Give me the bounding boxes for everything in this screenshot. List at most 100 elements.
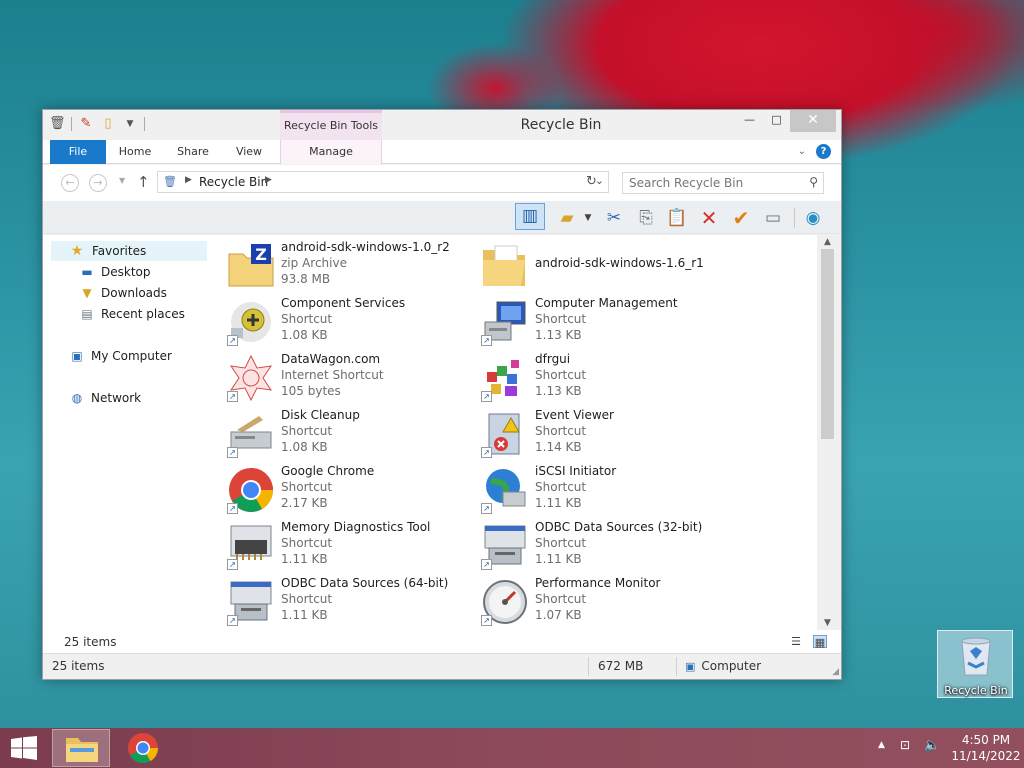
network-status-icon[interactable]: ⊡ bbox=[900, 738, 910, 752]
start-button[interactable] bbox=[10, 736, 38, 760]
file-list: Z android-sdk-windows-1.0_r2 zip Archive… bbox=[213, 235, 817, 630]
performance-monitor-icon: ↗ bbox=[481, 578, 529, 626]
scrollbar-thumb[interactable] bbox=[821, 249, 834, 439]
large-icons-view-icon[interactable]: ▦ bbox=[813, 635, 827, 649]
qat-dropdown-icon[interactable]: ▼ bbox=[122, 116, 138, 132]
list-item[interactable]: ↗ Performance Monitor Shortcut 1.07 KB bbox=[467, 575, 717, 627]
resize-grip-icon[interactable]: ◢ bbox=[832, 667, 839, 677]
shortcut-arrow-icon: ↗ bbox=[481, 559, 492, 570]
event-viewer-icon: ↗ bbox=[481, 410, 529, 458]
defrag-icon: ↗ bbox=[481, 354, 529, 402]
navigation-pane: ★ Favorites ▬ Desktop ▼ Downloads ▤ Rece… bbox=[43, 235, 213, 630]
recycle-bin-small-icon[interactable]: 🗑 bbox=[49, 116, 66, 132]
title-bar[interactable]: 🗑 ✎ ▯ ▼ Recycle Bin Tools Recycle Bin — … bbox=[43, 110, 841, 140]
copy-button[interactable]: ⎘ bbox=[634, 206, 658, 230]
file-size: 2.17 KB bbox=[281, 496, 328, 510]
restore-button[interactable]: ✔ bbox=[729, 206, 753, 230]
desktop-recycle-bin[interactable]: Recycle Bin bbox=[937, 630, 1013, 698]
file-name: android-sdk-windows-1.6_r1 bbox=[535, 256, 704, 270]
shortcut-arrow-icon: ↗ bbox=[481, 615, 492, 626]
volume-icon[interactable]: 🔈 bbox=[924, 738, 940, 753]
search-input[interactable] bbox=[623, 173, 793, 193]
list-item[interactable]: ↗ dfrgui Shortcut 1.13 KB bbox=[467, 351, 717, 403]
file-type: Shortcut bbox=[535, 312, 587, 326]
file-size: 1.11 KB bbox=[281, 608, 328, 622]
new-folder-dropdown-icon[interactable]: ▼ bbox=[581, 206, 595, 230]
list-item[interactable]: Z android-sdk-windows-1.0_r2 zip Archive… bbox=[213, 239, 463, 291]
scroll-up-icon[interactable]: ▲ bbox=[819, 237, 836, 247]
breadcrumb-chevron-icon[interactable]: ▶ bbox=[265, 175, 272, 185]
list-item[interactable]: ↗ Event Viewer Shortcut 1.14 KB bbox=[467, 407, 717, 459]
preview-pane-button[interactable]: ▥ bbox=[515, 203, 545, 230]
tab-file[interactable]: File bbox=[50, 140, 106, 164]
search-icon[interactable]: ⚲ bbox=[809, 175, 818, 189]
clock-time[interactable]: 4:50 PM bbox=[950, 733, 1022, 747]
clock-date[interactable]: 11/14/2022 bbox=[950, 749, 1022, 763]
file-name: iSCSI Initiator bbox=[535, 464, 617, 478]
list-item[interactable]: ↗ Google Chrome Shortcut 2.17 KB bbox=[213, 463, 463, 515]
breadcrumb-chevron-icon[interactable]: ▶ bbox=[185, 175, 192, 185]
item-count: 25 items bbox=[64, 635, 117, 649]
list-item[interactable]: ↗ Disk Cleanup Shortcut 1.08 KB bbox=[213, 407, 463, 459]
properties-button[interactable]: ◉ bbox=[801, 206, 825, 230]
list-item[interactable]: ↗ Memory Diagnostics Tool Shortcut 1.11 … bbox=[213, 519, 463, 571]
list-item[interactable]: ↗ ODBC Data Sources (64-bit) Shortcut 1.… bbox=[213, 575, 463, 627]
delete-button[interactable]: ✕ bbox=[697, 206, 721, 230]
list-item[interactable]: ↗ ODBC Data Sources (32-bit) Shortcut 1.… bbox=[467, 519, 717, 571]
expand-ribbon-icon[interactable]: ⌄ bbox=[798, 146, 806, 157]
taskbar-google-chrome[interactable] bbox=[114, 729, 172, 767]
tab-view[interactable]: View bbox=[223, 140, 275, 164]
new-folder-qat-icon[interactable]: ▯ bbox=[100, 116, 116, 132]
file-type: Shortcut bbox=[281, 592, 333, 606]
details-view-icon[interactable]: ☰ bbox=[789, 635, 803, 648]
status-item-count: 25 items bbox=[52, 659, 105, 673]
context-tab-group: Recycle Bin Tools bbox=[280, 110, 382, 140]
minimize-button[interactable]: — bbox=[736, 110, 763, 132]
list-item[interactable]: android-sdk-windows-1.6_r1 bbox=[467, 239, 717, 291]
file-size: 1.08 KB bbox=[281, 328, 328, 342]
shortcut-arrow-icon: ↗ bbox=[481, 335, 492, 346]
file-name: android-sdk-windows-1.0_r2 bbox=[281, 240, 450, 254]
odbc-icon: ↗ bbox=[227, 578, 275, 626]
file-type: Shortcut bbox=[535, 368, 587, 382]
address-bar[interactable]: 🗑 ▶ Recycle Bin ▶ ⌄ bbox=[157, 171, 609, 193]
status-location: ▣ Computer bbox=[685, 659, 761, 673]
vertical-scrollbar[interactable]: ▲ ▼ bbox=[819, 235, 836, 630]
paste-button[interactable]: 📋 bbox=[665, 206, 689, 230]
shortcut-arrow-icon: ↗ bbox=[227, 559, 238, 570]
taskbar-file-explorer[interactable] bbox=[52, 729, 110, 767]
search-box[interactable]: ⚲ bbox=[622, 172, 824, 194]
chrome-icon bbox=[128, 733, 158, 764]
up-button[interactable]: ↑ bbox=[137, 173, 150, 191]
list-item[interactable]: ↗ Component Services Shortcut 1.08 KB bbox=[213, 295, 463, 347]
properties-qat-icon[interactable]: ✎ bbox=[78, 116, 94, 132]
back-button[interactable]: ← bbox=[61, 174, 79, 192]
cut-button[interactable]: ✂ bbox=[602, 206, 626, 230]
file-name: DataWagon.com bbox=[281, 352, 381, 366]
file-size: 1.11 KB bbox=[535, 496, 582, 510]
tab-home[interactable]: Home bbox=[107, 140, 163, 164]
nav-favorites[interactable]: ★ Favorites bbox=[51, 241, 207, 261]
refresh-button[interactable]: ↻ bbox=[586, 174, 597, 189]
file-name: Computer Management bbox=[535, 296, 678, 310]
scroll-down-icon[interactable]: ▼ bbox=[819, 618, 836, 628]
view-switcher: ☰ ▦ bbox=[789, 635, 827, 649]
close-button[interactable]: ✕ bbox=[790, 110, 836, 132]
tab-manage[interactable]: Manage bbox=[280, 140, 382, 164]
maximize-button[interactable]: □ bbox=[763, 110, 790, 132]
list-item[interactable]: ↗ Computer Management Shortcut 1.13 KB bbox=[467, 295, 717, 347]
tab-share[interactable]: Share bbox=[165, 140, 221, 164]
list-item[interactable]: ↗ iSCSI Initiator Shortcut 1.11 KB bbox=[467, 463, 717, 515]
file-type: zip Archive bbox=[281, 256, 347, 270]
show-hidden-icons-icon[interactable]: ▲ bbox=[878, 740, 885, 750]
list-item[interactable]: ↗ DataWagon.com Internet Shortcut 105 by… bbox=[213, 351, 463, 403]
new-folder-button[interactable]: ▰ bbox=[555, 206, 579, 230]
file-size: 93.8 MB bbox=[281, 272, 331, 286]
forward-button[interactable]: → bbox=[89, 174, 107, 192]
svg-text:Z: Z bbox=[255, 245, 267, 264]
rename-button[interactable]: ▭ bbox=[761, 206, 785, 230]
help-icon[interactable]: ? bbox=[816, 144, 831, 159]
file-type: Internet Shortcut bbox=[281, 368, 384, 382]
breadcrumb-recycle-bin[interactable]: Recycle Bin bbox=[199, 175, 268, 189]
recent-locations-dropdown[interactable]: ▼ bbox=[119, 176, 125, 185]
